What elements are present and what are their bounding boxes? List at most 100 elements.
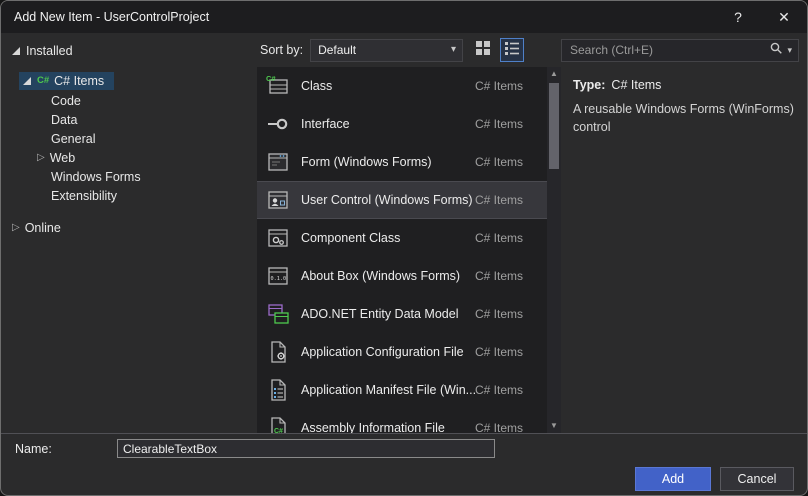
chevron-down-icon xyxy=(451,45,462,55)
list-item-label: Application Configuration File xyxy=(301,345,464,359)
dialog-footer: Name: Add Cancel xyxy=(1,433,807,495)
tree-node-extensibility[interactable]: Extensibility xyxy=(1,186,257,205)
sort-dropdown[interactable]: Default xyxy=(310,38,464,62)
tree-label: Data xyxy=(51,112,78,127)
list-item-category: C# Items xyxy=(475,193,524,207)
tree-node-code[interactable]: Code xyxy=(1,91,257,110)
tree-node-general[interactable]: General xyxy=(1,129,257,148)
tree-selection-highlight: C# Items xyxy=(19,71,115,90)
list-item-user-control[interactable]: User Control (Windows Forms) C# Items xyxy=(257,181,547,219)
scroll-down-icon[interactable] xyxy=(547,419,561,433)
list-item-form[interactable]: Form (Windows Forms) C# Items xyxy=(257,143,547,181)
template-list-container: C# Class C# Items Interface C# Items For… xyxy=(257,67,561,433)
window-title: Add New Item - UserControlProject xyxy=(14,10,210,24)
app-manifest-file-icon xyxy=(264,376,292,404)
sort-by-label: Sort by: xyxy=(260,43,304,57)
template-description: A reusable Windows Forms (WinForms) cont… xyxy=(573,102,794,134)
expander-expanded-icon[interactable] xyxy=(23,76,31,85)
list-item-label: About Box (Windows Forms) xyxy=(301,269,461,283)
svg-text:0.1.0: 0.1.0 xyxy=(271,276,287,282)
grid-view-icon xyxy=(475,40,491,61)
list-item-category: C# Items xyxy=(475,383,524,397)
list-item-category: C# Items xyxy=(475,345,524,359)
app-config-file-icon xyxy=(264,338,292,366)
ado-net-entity-icon xyxy=(264,300,292,328)
list-item-about-box[interactable]: 0.1.0 About Box (Windows Forms) C# Items xyxy=(257,257,547,295)
about-box-icon: 0.1.0 xyxy=(264,262,292,290)
list-item-interface[interactable]: Interface C# Items xyxy=(257,105,547,143)
list-item-label: Assembly Information File xyxy=(301,421,445,433)
list-item-category: C# Items xyxy=(475,269,524,283)
list-item-label: Form (Windows Forms) xyxy=(301,155,432,169)
tree-label: General xyxy=(51,131,96,146)
tree-node-csharp-items[interactable]: C# Items xyxy=(1,70,257,91)
search-box[interactable] xyxy=(561,38,799,62)
list-view-button[interactable] xyxy=(500,38,525,62)
tree-label: Windows Forms xyxy=(51,169,141,184)
class-icon: C# xyxy=(264,72,292,100)
tree-node-online[interactable]: Online xyxy=(1,218,257,237)
list-item-class[interactable]: C# Class C# Items xyxy=(257,67,547,105)
list-item-category: C# Items xyxy=(475,421,524,433)
sort-dropdown-value: Default xyxy=(318,43,357,57)
search-input[interactable] xyxy=(568,42,770,58)
type-label: Type: xyxy=(573,78,606,92)
list-item-label: User Control (Windows Forms) xyxy=(301,193,473,207)
close-button[interactable]: ✕ xyxy=(761,1,807,33)
interface-icon xyxy=(264,110,292,138)
list-item-category: C# Items xyxy=(475,307,524,321)
list-item-assembly-info-file[interactable]: C# Assembly Information File C# Items xyxy=(257,409,547,433)
list-item-category: C# Items xyxy=(475,79,524,93)
scrollbar-thumb[interactable] xyxy=(549,83,559,169)
list-item-ado-net-entity[interactable]: ADO.NET Entity Data Model C# Items xyxy=(257,295,547,333)
list-item-component-class[interactable]: Component Class C# Items xyxy=(257,219,547,257)
tree-node-data[interactable]: Data xyxy=(1,110,257,129)
name-input[interactable] xyxy=(117,439,495,458)
type-value: C# Items xyxy=(611,78,662,92)
list-item-label: Interface xyxy=(301,117,350,131)
help-button[interactable]: ? xyxy=(715,1,761,33)
tree-label: Online xyxy=(24,220,61,235)
expander-expanded-icon[interactable] xyxy=(12,46,20,55)
add-new-item-dialog: Add New Item - UserControlProject ? ✕ In… xyxy=(0,0,808,496)
list-item-label: Application Manifest File (Win... xyxy=(301,383,475,397)
tree-label: Code xyxy=(51,93,81,108)
scrollbar-track[interactable] xyxy=(547,81,561,419)
scroll-up-icon[interactable] xyxy=(547,67,561,81)
component-class-icon xyxy=(264,224,292,252)
search-chevron-down-icon[interactable] xyxy=(787,46,792,55)
list-scrollbar[interactable] xyxy=(547,67,561,433)
details-panel: Type: C# Items A reusable Windows Forms (… xyxy=(561,33,807,433)
list-item-category: C# Items xyxy=(475,231,524,245)
name-label: Name: xyxy=(15,441,52,456)
expander-collapsed-icon[interactable] xyxy=(12,223,20,233)
list-item-category: C# Items xyxy=(475,117,524,131)
tree-node-windows-forms[interactable]: Windows Forms xyxy=(1,167,257,186)
expander-collapsed-icon[interactable] xyxy=(37,153,45,163)
grid-view-button[interactable] xyxy=(471,38,495,62)
list-item-app-manifest-file[interactable]: Application Manifest File (Win... C# Ite… xyxy=(257,371,547,409)
tree-label: Installed xyxy=(26,43,73,58)
list-item-label: ADO.NET Entity Data Model xyxy=(301,307,459,321)
user-control-icon xyxy=(264,186,292,214)
search-row xyxy=(561,33,807,67)
title-bar: Add New Item - UserControlProject ? ✕ xyxy=(1,1,807,33)
list-item-category: C# Items xyxy=(475,155,524,169)
category-tree: Installed C# Items Code Data General We xyxy=(1,33,257,433)
cancel-button[interactable]: Cancel xyxy=(720,467,794,491)
csharp-items-icon xyxy=(37,75,49,86)
search-icon[interactable] xyxy=(769,41,783,60)
tree-label: Web xyxy=(49,150,76,165)
add-button[interactable]: Add xyxy=(635,467,711,491)
type-row: Type: C# Items xyxy=(573,78,795,92)
list-item-label: Class xyxy=(301,79,333,93)
dialog-body: Installed C# Items Code Data General We xyxy=(1,33,807,433)
list-item-label: Component Class xyxy=(301,231,401,245)
template-details: Type: C# Items A reusable Windows Forms (… xyxy=(561,67,807,136)
tree-node-installed[interactable]: Installed xyxy=(1,41,257,60)
tree-node-web[interactable]: Web xyxy=(1,148,257,167)
svg-text:C#: C# xyxy=(266,74,276,83)
list-item-app-config-file[interactable]: Application Configuration File C# Items xyxy=(257,333,547,371)
list-view-icon xyxy=(504,40,520,61)
template-panel: Sort by: Default ▾ C# Class C# Items Int… xyxy=(257,33,561,433)
